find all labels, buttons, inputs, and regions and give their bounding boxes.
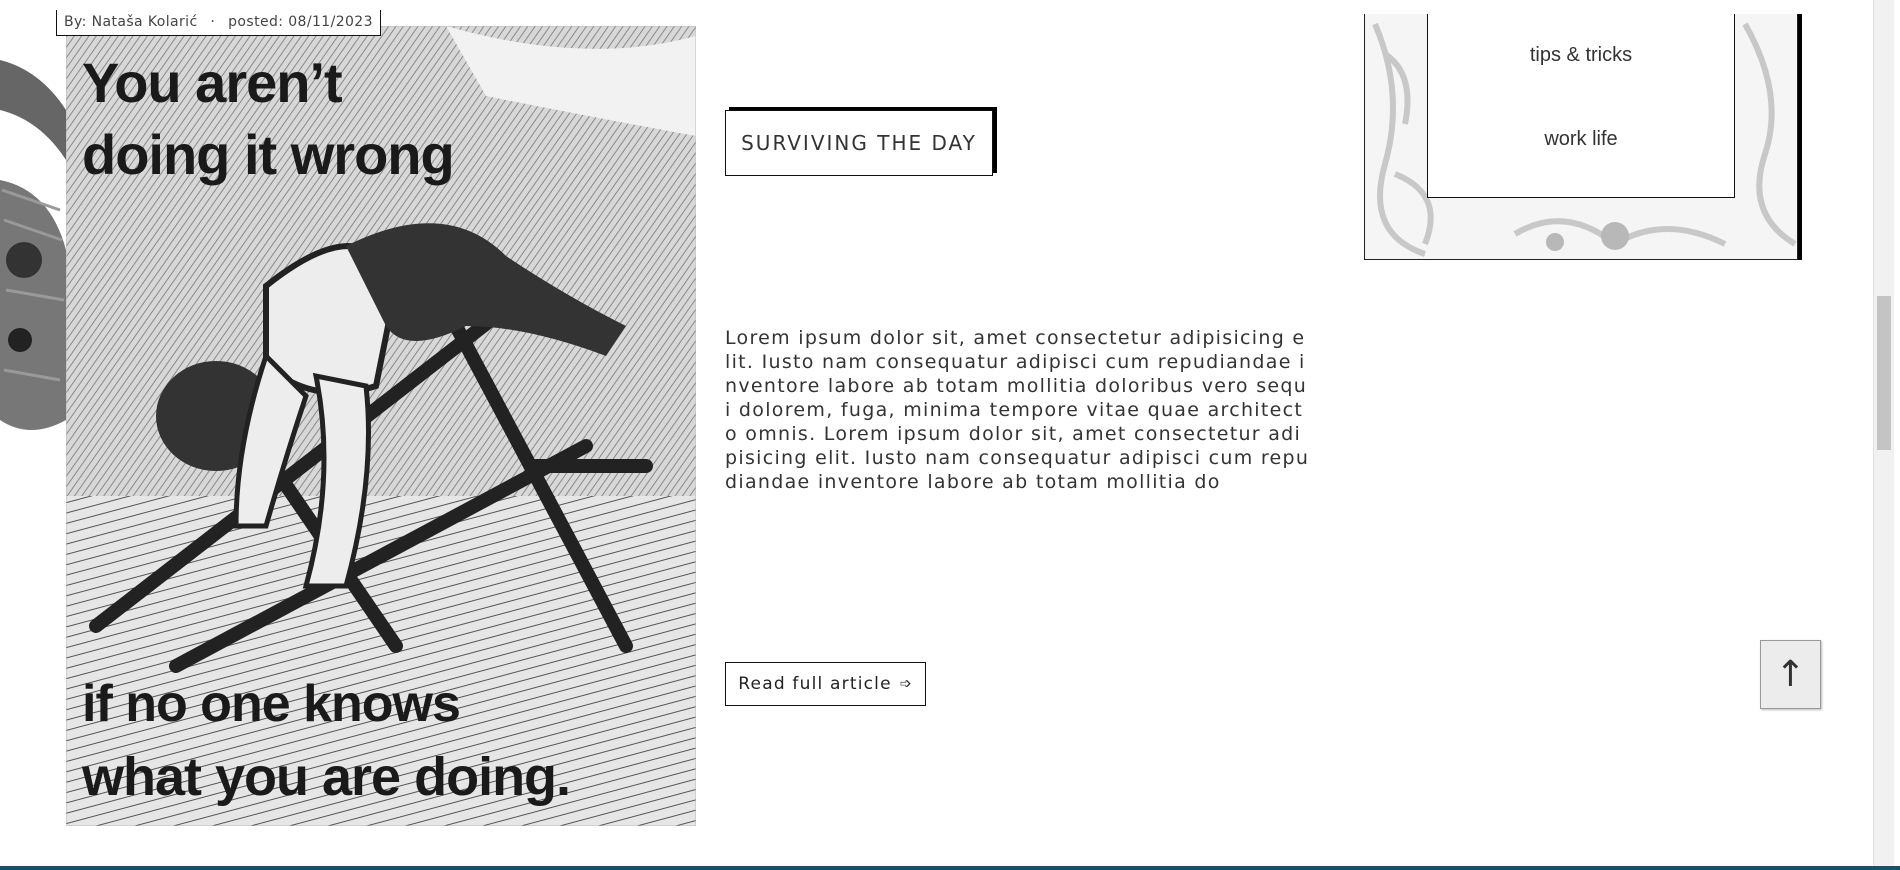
window-bottom-edge (0, 866, 1900, 870)
tag-tips-and-tricks[interactable]: tips & tricks (1428, 44, 1734, 67)
category-tag[interactable]: SURVIVING THE DAY (725, 110, 993, 176)
article-byline: By: Nataša Kolarić · posted: 08/11/2023 (56, 10, 381, 36)
author-name: By: Nataša Kolarić (64, 14, 198, 30)
byline-separator: · (210, 14, 216, 30)
tag-list: tips & tricks work life (1427, 14, 1735, 198)
back-to-top-button[interactable]: ↑ (1760, 640, 1821, 709)
poster-text-line-3: if no one knows (82, 675, 461, 733)
article-excerpt: Lorem ipsum dolor sit, amet consectetur … (725, 327, 1310, 493)
article-image: You aren’t doing it wrong if no one know… (66, 26, 696, 826)
read-full-article-button[interactable]: Read full article ➩ (725, 662, 926, 706)
poster-text-line-2: doing it wrong (82, 123, 455, 186)
arrow-right-icon: ➩ (899, 676, 913, 692)
page-scrollbar[interactable] (1873, 0, 1894, 866)
scrollbar-thumb[interactable] (1877, 296, 1891, 450)
tag-work-life[interactable]: work life (1428, 128, 1734, 151)
posted-date: posted: 08/11/2023 (228, 14, 373, 30)
read-more-label: Read full article (738, 674, 892, 694)
poster-text-line-1: You aren’t (82, 51, 343, 114)
arrow-up-icon: ↑ (1775, 654, 1806, 695)
sidebar-tags-widget: tips & tricks work life (1364, 14, 1798, 260)
poster-text-line-4: what you are doing. (82, 747, 571, 807)
